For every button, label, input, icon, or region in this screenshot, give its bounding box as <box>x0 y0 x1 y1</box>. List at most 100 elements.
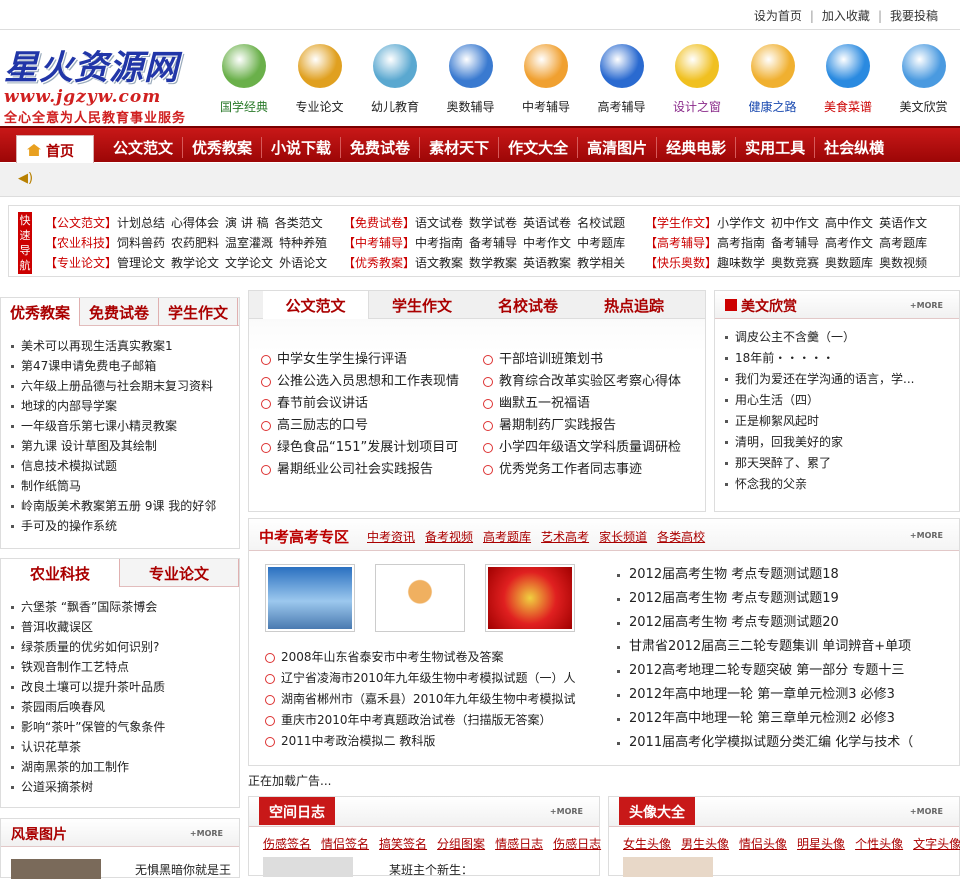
quick-nav-link[interactable]: 初中作文 <box>771 216 819 230</box>
category-10[interactable]: 美文欣赏 <box>886 44 960 115</box>
list-item[interactable]: 普洱收藏误区 <box>11 617 165 637</box>
exam-link[interactable]: 备考视频 <box>425 530 473 544</box>
nav-item-7[interactable]: 高清图片 <box>577 137 656 158</box>
list-item[interactable]: 湖南黑茶的加工制作 <box>11 757 165 777</box>
list-item[interactable]: 制作纸筒马 <box>11 476 216 496</box>
nav-item-1[interactable]: 公文范文 <box>104 137 182 158</box>
quick-nav-link[interactable]: 管理论文 <box>117 256 165 270</box>
list-item[interactable]: 那天哭醉了、累了 <box>725 453 914 474</box>
avatar-more-link[interactable]: +MORE <box>910 807 943 816</box>
category-5[interactable]: 中考辅导 <box>508 44 584 115</box>
list-item[interactable]: 调皮公主不含羹（一） <box>725 327 914 348</box>
quick-nav-link[interactable]: 语文教案 <box>415 256 463 270</box>
quick-nav-heading[interactable]: 【专业论文】 <box>45 256 117 270</box>
quick-nav-link[interactable]: 英语教案 <box>523 256 571 270</box>
list-item[interactable]: 茶园雨后唤春风 <box>11 697 165 717</box>
list-item[interactable]: 第47课申请免费电子邮箱 <box>11 356 216 376</box>
quick-nav-link[interactable]: 数学教案 <box>469 256 517 270</box>
list-item[interactable]: 六年级上册品德与社会期末复习资料 <box>11 376 216 396</box>
list-item[interactable]: 2011届高考化学模拟试题分类汇编 化学与技术（ <box>617 731 913 755</box>
tab-2[interactable]: 专业论文 <box>120 559 239 587</box>
list-item[interactable]: 辽宁省凌海市2010年九年级生物中考模拟试题（一）人 <box>265 668 576 689</box>
quick-nav-heading[interactable]: 【学生作文】 <box>645 216 717 230</box>
list-item[interactable]: 一年级音乐第七课小精灵教案 <box>11 416 216 436</box>
list-item[interactable]: 影响“茶叶”保管的气象条件 <box>11 717 165 737</box>
exam-thumb-2[interactable] <box>375 564 465 632</box>
list-item[interactable]: 干部培训班策划书 <box>483 349 681 371</box>
quick-nav-link[interactable]: 高考指南 <box>717 236 765 250</box>
list-item[interactable]: 2012年高中地理一轮 第三章单元检测2 必修3 <box>617 707 913 731</box>
blog-link[interactable]: 情侣签名 <box>321 837 369 851</box>
list-item[interactable]: 2012高考地理二轮专题突破 第一部分 专题十三 <box>617 659 913 683</box>
category-8[interactable]: 健康之路 <box>735 44 811 115</box>
list-item[interactable]: 2012届高考生物 考点专题测试题18 <box>617 563 913 587</box>
add-favorite-link[interactable]: 加入收藏 <box>822 9 870 23</box>
quick-nav-link[interactable]: 英语作文 <box>879 216 927 230</box>
quick-nav-link[interactable]: 文学论文 <box>225 256 273 270</box>
quick-nav-link[interactable]: 计划总结 <box>117 216 165 230</box>
blog-link[interactable]: 伤感签名 <box>263 837 311 851</box>
list-item[interactable]: 2012届高考生物 考点专题测试题19 <box>617 587 913 611</box>
list-item[interactable]: 2012年高中地理一轮 第一章单元检测3 必修3 <box>617 683 913 707</box>
quick-nav-link[interactable]: 农药肥料 <box>171 236 219 250</box>
nav-item-3[interactable]: 小说下载 <box>261 137 340 158</box>
scenery-thumb[interactable] <box>11 859 101 879</box>
nav-item-8[interactable]: 经典电影 <box>656 137 735 158</box>
list-item[interactable]: 铁观音制作工艺特点 <box>11 657 165 677</box>
blog-more-link[interactable]: +MORE <box>550 807 583 816</box>
list-item[interactable]: 2008年山东省泰安市中考生物试卷及答案 <box>265 647 576 668</box>
list-item[interactable]: 手可及的操作系统 <box>11 516 216 536</box>
quick-nav-link[interactable]: 小学作文 <box>717 216 765 230</box>
quick-nav-heading[interactable]: 【中考辅导】 <box>343 236 415 250</box>
center-tab-2[interactable]: 学生作文 <box>369 291 475 319</box>
list-item[interactable]: 第九课 设计草图及其绘制 <box>11 436 216 456</box>
quick-nav-link[interactable]: 外语论文 <box>279 256 327 270</box>
nav-home-tab[interactable]: 首页 <box>16 135 94 163</box>
avatar-link[interactable]: 男生头像 <box>681 837 729 851</box>
blog-link[interactable]: 伤感日志 <box>553 837 601 851</box>
center-tab-1[interactable]: 公文范文 <box>263 291 369 319</box>
avatar-link[interactable]: 明星头像 <box>797 837 845 851</box>
list-item[interactable]: 认识花草茶 <box>11 737 165 757</box>
site-logo[interactable]: 星火资源网 www.jgzyw.com 全心全意为人民教育事业服务 <box>4 40 204 120</box>
list-item[interactable]: 甘肃省2012届高三二轮专题集训 单词辨音+单项 <box>617 635 913 659</box>
quick-nav-link[interactable]: 各类范文 <box>275 216 323 230</box>
exam-thumb-3[interactable] <box>485 564 575 632</box>
category-9[interactable]: 美食菜谱 <box>810 44 886 115</box>
list-item[interactable]: 春节前会议讲话 <box>261 393 459 415</box>
exam-thumb-1[interactable] <box>265 564 355 632</box>
blog-link[interactable]: 情感日志 <box>495 837 543 851</box>
essay-more-link[interactable]: +MORE <box>910 301 943 310</box>
exam-link[interactable]: 中考资讯 <box>367 530 415 544</box>
list-item[interactable]: 18年前・・・・・ <box>725 348 914 369</box>
avatar-link[interactable]: 文字头像 <box>913 837 960 851</box>
list-item[interactable]: 用心生活（四） <box>725 390 914 411</box>
quick-nav-link[interactable]: 数学试卷 <box>469 216 517 230</box>
quick-nav-heading[interactable]: 【快乐奥数】 <box>645 256 717 270</box>
list-item[interactable]: 我们为爱还在学沟通的语言，学... <box>725 369 914 390</box>
nav-item-5[interactable]: 素材天下 <box>419 137 498 158</box>
quick-nav-heading[interactable]: 【农业科技】 <box>45 236 117 250</box>
quick-nav-link[interactable]: 备考辅导 <box>771 236 819 250</box>
quick-nav-link[interactable]: 教学论文 <box>171 256 219 270</box>
quick-nav-link[interactable]: 饲料兽药 <box>117 236 165 250</box>
quick-nav-link[interactable]: 奥数题库 <box>825 256 873 270</box>
list-item[interactable]: 高三励志的口号 <box>261 415 459 437</box>
quick-nav-heading[interactable]: 【公文范文】 <box>45 216 117 230</box>
avatar-link[interactable]: 个性头像 <box>855 837 903 851</box>
tab-2[interactable]: 免费试卷 <box>80 298 159 326</box>
nav-item-10[interactable]: 社会纵横 <box>814 137 893 158</box>
tab-3[interactable]: 学生作文 <box>159 298 238 326</box>
quick-nav-link[interactable]: 演 讲 稿 <box>225 216 269 230</box>
quick-nav-link[interactable]: 高中作文 <box>825 216 873 230</box>
list-item[interactable]: 地球的内部导学案 <box>11 396 216 416</box>
blog-first-item[interactable]: 某班主个新生： <box>389 861 473 878</box>
list-item[interactable]: 六堡茶 “飘香”国际茶博会 <box>11 597 165 617</box>
list-item[interactable]: 清明，回我美好的家 <box>725 432 914 453</box>
list-item[interactable]: 公推公选入员思想和工作表现情 <box>261 371 459 393</box>
quick-nav-link[interactable]: 奥数视频 <box>879 256 927 270</box>
blog-thumb[interactable] <box>263 857 353 877</box>
avatar-link[interactable]: 情侣头像 <box>739 837 787 851</box>
list-item[interactable]: 信息技术模拟试题 <box>11 456 216 476</box>
nav-item-4[interactable]: 免费试卷 <box>340 137 419 158</box>
